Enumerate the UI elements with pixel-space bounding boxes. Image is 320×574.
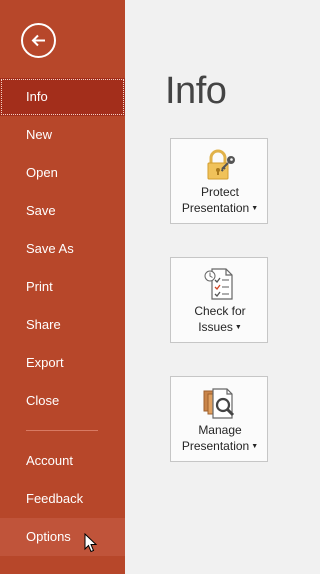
nav-item-export[interactable]: Export [0, 344, 125, 382]
protect-presentation-label: Protect Presentation ▼ [181, 185, 259, 215]
mouse-cursor-icon [84, 533, 98, 553]
check-for-issues-label: Check for Issues ▼ [194, 304, 246, 334]
check-for-issues-button[interactable]: Check for Issues ▼ [170, 257, 268, 343]
chevron-down-icon: ▼ [234, 324, 242, 331]
nav-item-account[interactable]: Account [0, 442, 125, 480]
manage-presentation-button[interactable]: Manage Presentation ▼ [170, 376, 268, 462]
backstage-sidebar: Info New Open Save Save As Print Share E… [0, 0, 125, 574]
nav-item-new[interactable]: New [0, 116, 125, 154]
nav-item-close[interactable]: Close [0, 382, 125, 420]
checklist-icon [204, 268, 233, 300]
nav-item-share[interactable]: Share [0, 306, 125, 344]
manage-presentation-label: Manage Presentation ▼ [181, 423, 259, 453]
back-button[interactable] [21, 23, 56, 58]
protect-presentation-button[interactable]: Protect Presentation ▼ [170, 138, 268, 224]
nav-item-save[interactable]: Save [0, 192, 125, 230]
chevron-down-icon: ▼ [251, 443, 259, 450]
nav-item-feedback[interactable]: Feedback [0, 480, 125, 518]
nav-item-info[interactable]: Info [0, 78, 125, 116]
nav-item-print[interactable]: Print [0, 268, 125, 306]
nav-item-save-as[interactable]: Save As [0, 230, 125, 268]
page-title: Info [165, 70, 227, 112]
back-arrow-icon [31, 34, 45, 47]
manage-documents-icon [203, 388, 235, 419]
chevron-down-icon: ▼ [251, 205, 259, 212]
nav-item-options[interactable]: Options [0, 518, 125, 556]
lock-key-icon [207, 149, 235, 180]
sidebar-divider [26, 430, 98, 431]
main-panel: Info Protect Presentation ▼ Check for Is… [125, 0, 285, 574]
nav-item-open[interactable]: Open [0, 154, 125, 192]
